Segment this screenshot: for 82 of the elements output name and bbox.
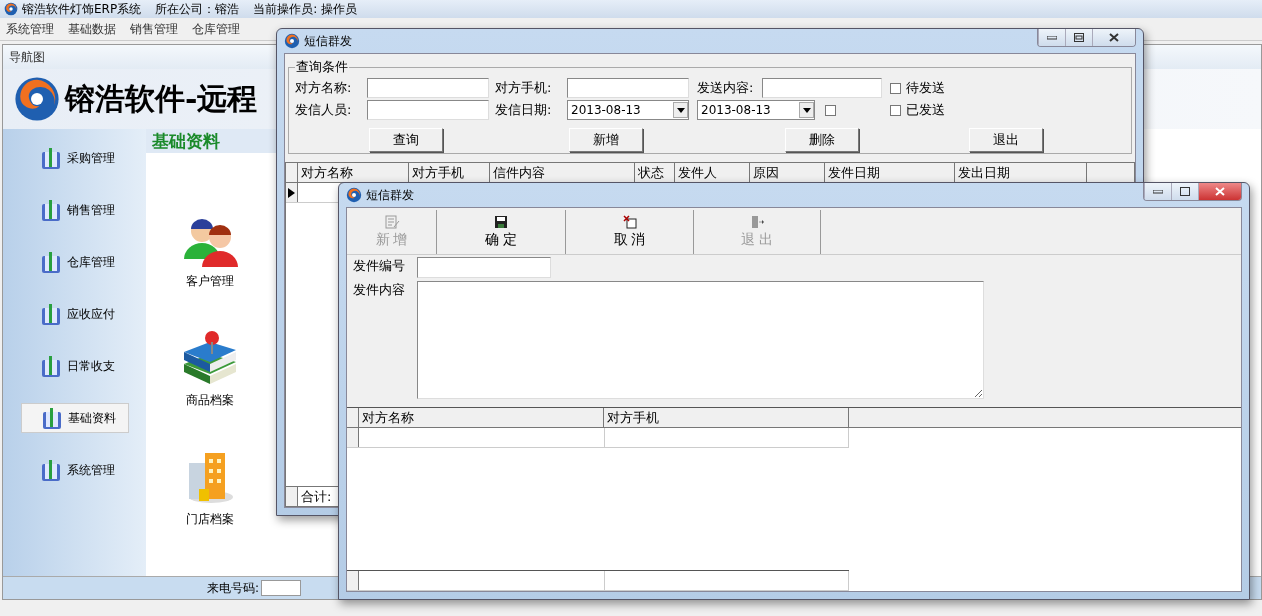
sidebar-item[interactable]: 采购管理	[20, 143, 129, 173]
menu-item[interactable]: 仓库管理	[192, 20, 240, 38]
add-button[interactable]: 新增	[569, 128, 643, 152]
content-field[interactable]	[417, 281, 984, 399]
checkbox[interactable]	[890, 82, 901, 94]
checkbox[interactable]	[890, 104, 901, 116]
minimize-icon	[1153, 189, 1163, 194]
app-title: 镕浩软件灯饰ERP系统	[22, 0, 142, 18]
close-icon	[1215, 187, 1225, 196]
field-label: 发件编号	[353, 257, 406, 275]
maximize-icon	[1180, 187, 1190, 196]
exit-button[interactable]: 退出	[969, 128, 1043, 152]
logo-icon	[284, 33, 300, 49]
module-label[interactable]: 客户管理	[186, 273, 234, 290]
maximize-button[interactable]	[1065, 29, 1092, 46]
field-label: 发信人员:	[295, 101, 353, 119]
door-icon	[750, 215, 764, 229]
field-label: 发信日期:	[495, 101, 553, 119]
banner-title: 镕浩软件-远程	[65, 79, 258, 118]
window-title: 短信群发	[366, 186, 415, 204]
dropdown-button[interactable]	[799, 102, 814, 118]
nav-title: 导航图	[9, 48, 45, 66]
close-button[interactable]	[1198, 183, 1241, 200]
phone-field[interactable]	[567, 78, 689, 98]
checkbox-label: 已发送	[906, 101, 945, 119]
book-icon	[40, 146, 61, 170]
save-icon	[494, 215, 508, 229]
book-icon	[40, 302, 61, 326]
date-picker[interactable]: 2013-08-13	[567, 100, 689, 120]
caller-label: 来电号码:	[206, 579, 259, 597]
sidebar-item[interactable]: 基础资料	[20, 403, 129, 433]
field-label: 对方手机:	[495, 79, 553, 97]
module-label[interactable]: 商品档案	[186, 392, 234, 409]
sidebar-item[interactable]: 应收应付	[20, 299, 129, 329]
cancel-icon	[622, 215, 637, 229]
menu-item[interactable]: 基础数据	[68, 20, 116, 38]
caller-field[interactable]	[261, 580, 301, 596]
group-title: 查询条件	[295, 58, 349, 76]
restore-icon	[1074, 33, 1084, 42]
menu-item[interactable]: 系统管理	[6, 20, 54, 38]
operator-label: 当前操作员: 操作员	[253, 0, 357, 18]
book-icon	[41, 406, 62, 430]
field-label: 发件内容	[353, 281, 406, 299]
sidebar-item[interactable]: 销售管理	[20, 195, 129, 225]
number-field[interactable]	[417, 257, 551, 278]
field-label: 对方名称:	[295, 79, 353, 97]
maximize-button[interactable]	[1171, 183, 1198, 200]
logo-icon	[4, 2, 18, 16]
name-field[interactable]	[367, 78, 489, 98]
sidebar-item[interactable]: 仓库管理	[20, 247, 129, 277]
book-icon	[40, 458, 61, 482]
company-label: 所在公司：镕浩	[155, 0, 240, 18]
sidebar-item[interactable]: 日常收支	[20, 351, 129, 381]
content-field[interactable]	[762, 78, 882, 98]
checkbox[interactable]	[825, 104, 836, 116]
book-icon	[40, 354, 61, 378]
notepad-icon	[383, 215, 400, 229]
column-header[interactable]: 对方手机	[604, 408, 849, 427]
dropdown-button[interactable]	[673, 102, 688, 118]
sender-field[interactable]	[367, 100, 489, 120]
logo-icon	[346, 187, 362, 203]
book-icon	[40, 250, 61, 274]
close-icon	[1109, 33, 1119, 42]
date-picker[interactable]: 2013-08-13	[697, 100, 815, 120]
field-label: 发送内容:	[697, 79, 755, 97]
checkbox-label: 待发送	[906, 79, 945, 97]
search-button[interactable]: 查询	[369, 128, 443, 152]
toolbar-button[interactable]: 确 定	[437, 210, 566, 254]
caret-icon	[802, 107, 811, 113]
delete-button[interactable]: 删除	[785, 128, 859, 152]
window-title: 短信群发	[304, 32, 353, 50]
caret-icon	[676, 107, 685, 113]
close-button[interactable]	[1092, 29, 1135, 46]
menu-item[interactable]: 销售管理	[130, 20, 178, 38]
module-label[interactable]: 门店档案	[186, 511, 234, 528]
total-label: 合计:	[300, 488, 332, 506]
sidebar-item[interactable]: 系统管理	[20, 455, 129, 485]
column-header[interactable]: 对方名称	[359, 408, 604, 427]
toolbar-button[interactable]: 取 消	[566, 210, 694, 254]
book-icon	[40, 198, 61, 222]
minimize-icon	[1047, 35, 1057, 40]
logo-icon	[13, 75, 61, 123]
